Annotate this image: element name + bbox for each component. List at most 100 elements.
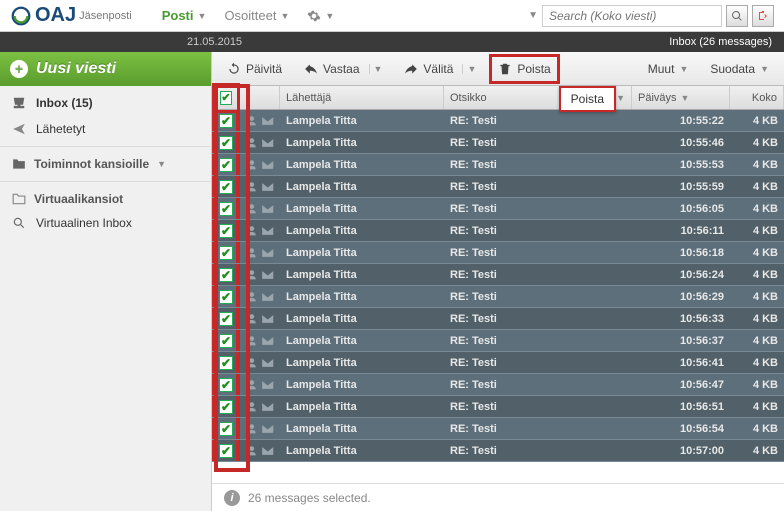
row-checkbox[interactable]: ✔ xyxy=(212,176,240,197)
sidebar: + Uusi viesti Inbox (15) Lähetetyt Toimi… xyxy=(0,52,212,511)
header-from[interactable]: Lähettäjä xyxy=(280,86,444,109)
table-row[interactable]: ✔Lampela TittaRE: Testi10:56:184 KB xyxy=(212,242,784,264)
person-icon xyxy=(246,137,258,149)
virtual-header[interactable]: Virtuaalikansiot xyxy=(0,188,211,210)
table-row[interactable]: ✔Lampela TittaRE: Testi10:56:244 KB xyxy=(212,264,784,286)
row-size: 4 KB xyxy=(730,286,784,307)
row-date: 10:56:05 xyxy=(632,198,730,219)
logout-button[interactable] xyxy=(752,5,774,27)
table-row[interactable]: ✔Lampela TittaRE: Testi10:56:544 KB xyxy=(212,418,784,440)
row-checkbox[interactable]: ✔ xyxy=(212,286,240,307)
row-checkbox[interactable]: ✔ xyxy=(212,352,240,373)
nav-settings[interactable]: ▼ xyxy=(307,8,334,23)
delete-tooltip: Poista xyxy=(559,86,616,112)
row-checkbox[interactable]: ✔ xyxy=(212,242,240,263)
row-checkbox[interactable]: ✔ xyxy=(212,198,240,219)
reply-button[interactable]: Vastaa ▼ xyxy=(295,56,391,82)
trash-icon xyxy=(498,62,512,76)
other-menu[interactable]: Muut ▼ xyxy=(639,56,698,82)
table-row[interactable]: ✔Lampela TittaRE: Testi10:55:464 KB xyxy=(212,132,784,154)
table-row[interactable]: ✔Lampela TittaRE: Testi10:56:374 KB xyxy=(212,330,784,352)
row-size: 4 KB xyxy=(730,220,784,241)
table-row[interactable]: ✔Lampela TittaRE: Testi10:55:224 KB xyxy=(212,110,784,132)
table-row[interactable]: ✔Lampela TittaRE: Testi10:56:054 KB xyxy=(212,198,784,220)
row-checkbox[interactable]: ✔ xyxy=(212,154,240,175)
table-row[interactable]: ✔Lampela TittaRE: Testi10:56:414 KB xyxy=(212,352,784,374)
table-row[interactable]: ✔Lampela TittaRE: Testi10:56:294 KB xyxy=(212,286,784,308)
inbox-icon xyxy=(12,96,28,110)
brand-name: OAJ xyxy=(35,4,76,27)
nav-mail[interactable]: Posti▼ xyxy=(162,8,207,23)
table-row[interactable]: ✔Lampela TittaRE: Testi10:55:594 KB xyxy=(212,176,784,198)
search-button[interactable] xyxy=(726,5,748,27)
row-from: Lampela Titta xyxy=(280,264,444,285)
forward-dropdown[interactable]: ▼ xyxy=(462,64,476,74)
table-row[interactable]: ✔Lampela TittaRE: Testi10:55:534 KB xyxy=(212,154,784,176)
table-row[interactable]: ✔Lampela TittaRE: Testi10:56:514 KB xyxy=(212,396,784,418)
search-folder-icon xyxy=(12,216,28,230)
grid-header: ✔ Lähettäjä Otsikko▼ Päiväys▼ Koko xyxy=(212,86,784,110)
header-status[interactable] xyxy=(240,86,280,109)
envelope-icon xyxy=(261,160,274,170)
folder-inbox[interactable]: Inbox (15) xyxy=(0,90,211,116)
envelope-icon xyxy=(261,380,274,390)
person-icon xyxy=(246,115,258,127)
compose-button[interactable]: + Uusi viesti xyxy=(0,52,211,86)
person-icon xyxy=(246,247,258,259)
folder-ops-header[interactable]: Toiminnot kansioille ▼ xyxy=(0,153,211,175)
row-date: 10:55:46 xyxy=(632,132,730,153)
header-size[interactable]: Koko xyxy=(730,86,784,109)
table-row[interactable]: ✔Lampela TittaRE: Testi10:56:114 KB xyxy=(212,220,784,242)
row-size: 4 KB xyxy=(730,132,784,153)
row-status xyxy=(240,242,280,263)
row-from: Lampela Titta xyxy=(280,418,444,439)
row-checkbox[interactable]: ✔ xyxy=(212,110,240,131)
forward-button[interactable]: Välitä ▼ xyxy=(395,56,485,82)
row-size: 4 KB xyxy=(730,176,784,197)
row-subject: RE: Testi xyxy=(444,440,632,461)
person-icon xyxy=(246,313,258,325)
folder-sent[interactable]: Lähetetyt xyxy=(0,116,211,142)
row-checkbox[interactable]: ✔ xyxy=(212,374,240,395)
row-checkbox[interactable]: ✔ xyxy=(212,418,240,439)
row-subject: RE: Testi xyxy=(444,330,632,351)
table-row[interactable]: ✔Lampela TittaRE: Testi10:56:334 KB xyxy=(212,308,784,330)
envelope-icon xyxy=(261,314,274,324)
row-checkbox[interactable]: ✔ xyxy=(212,330,240,351)
row-subject: RE: Testi xyxy=(444,396,632,417)
row-checkbox[interactable]: ✔ xyxy=(212,264,240,285)
row-status xyxy=(240,198,280,219)
folder-list: Inbox (15) Lähetetyt xyxy=(0,86,211,147)
reply-dropdown[interactable]: ▼ xyxy=(369,64,383,74)
row-size: 4 KB xyxy=(730,418,784,439)
row-checkbox[interactable]: ✔ xyxy=(212,396,240,417)
envelope-icon xyxy=(261,292,274,302)
header-date[interactable]: Päiväys▼ xyxy=(632,86,730,109)
delete-button[interactable]: Poista xyxy=(489,54,559,84)
row-date: 10:56:51 xyxy=(632,396,730,417)
footer: i 26 messages selected. xyxy=(212,483,784,511)
row-checkbox[interactable]: ✔ xyxy=(212,440,240,461)
table-row[interactable]: ✔Lampela TittaRE: Testi10:57:004 KB xyxy=(212,440,784,462)
row-checkbox[interactable]: ✔ xyxy=(212,308,240,329)
row-subject: RE: Testi xyxy=(444,374,632,395)
row-date: 10:56:41 xyxy=(632,352,730,373)
search-icon xyxy=(731,10,743,22)
search-input[interactable] xyxy=(542,5,722,27)
row-checkbox[interactable]: ✔ xyxy=(212,132,240,153)
refresh-button[interactable]: Päivitä xyxy=(218,56,291,82)
envelope-icon xyxy=(261,248,274,258)
select-all-checkbox[interactable]: ✔ xyxy=(212,83,240,113)
nav-contacts[interactable]: Osoitteet▼ xyxy=(224,8,289,23)
row-subject: RE: Testi xyxy=(444,154,632,175)
filter-menu[interactable]: Suodata ▼ xyxy=(701,56,778,82)
table-row[interactable]: ✔Lampela TittaRE: Testi10:56:474 KB xyxy=(212,374,784,396)
row-checkbox[interactable]: ✔ xyxy=(212,220,240,241)
row-size: 4 KB xyxy=(730,308,784,329)
grid-body[interactable]: ✔Lampela TittaRE: Testi10:55:224 KB✔Lamp… xyxy=(212,110,784,483)
search-scope-dropdown[interactable]: ▼ xyxy=(528,10,538,21)
person-icon xyxy=(246,291,258,303)
virtual-inbox[interactable]: Virtuaalinen Inbox xyxy=(0,210,211,236)
row-size: 4 KB xyxy=(730,110,784,131)
row-date: 10:55:53 xyxy=(632,154,730,175)
